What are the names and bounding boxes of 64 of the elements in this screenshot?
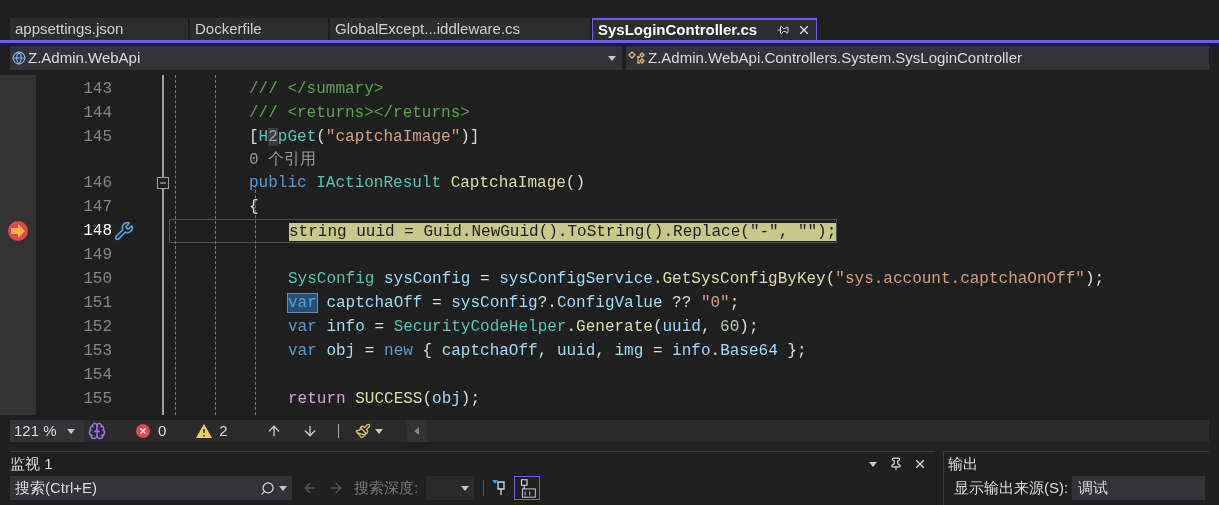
line-number: 152	[83, 318, 112, 336]
keyword-selection: var	[288, 342, 317, 360]
caret-icon	[461, 485, 470, 491]
code-line: var captchaOff = sysConfig?.ConfigValue ?? "0";	[288, 294, 740, 312]
pin-text-icon[interactable]	[514, 476, 541, 500]
keyword-selection: var	[288, 318, 317, 336]
error-count: 0	[158, 420, 167, 441]
document-tab[interactable]: SysLoginController.cs	[592, 18, 817, 40]
document-tab[interactable]: Dockerfile	[190, 18, 328, 40]
line-number: 151	[83, 294, 112, 312]
line-number: 145	[83, 128, 112, 146]
line-number: 155	[83, 390, 112, 408]
zoom-dropdown[interactable]: 121 %	[10, 420, 84, 442]
warning-count: 2	[219, 420, 228, 441]
code-line: /// <returns></returns>	[249, 104, 470, 122]
warning-icon[interactable]	[196, 424, 213, 438]
class-icon	[628, 51, 646, 65]
brain-icon[interactable]	[88, 422, 106, 440]
caret-icon	[279, 485, 287, 491]
line-number: 148	[83, 222, 112, 240]
caret-icon	[608, 55, 616, 61]
document-tab[interactable]: appsettings.json	[10, 18, 188, 40]
code-line: var info = SecurityCodeHelper.Generate(uuid, 60);	[288, 318, 759, 336]
pin-icon[interactable]	[889, 457, 903, 471]
search-icon[interactable]	[260, 480, 275, 496]
collapse-icon[interactable]	[157, 177, 169, 189]
caret-icon	[66, 428, 75, 434]
line-number: 153	[83, 342, 112, 360]
output-source-dropdown[interactable]: 调试	[1072, 476, 1205, 500]
code-line: [H2pGet("captchaImage")]	[249, 128, 480, 146]
code-line: var obj = new { captchaOff, uuid, img = info.Base64 };	[288, 342, 807, 360]
keyword-selection: new	[384, 342, 413, 360]
line-number: 143	[83, 80, 112, 98]
line-number: 147	[83, 198, 112, 216]
wrench-icon[interactable]	[114, 221, 134, 241]
code-line: SysConfig sysConfig = sysConfigService.GetSysConfigByKey("sys.account.captchaOnOff");	[288, 270, 1105, 288]
reference-count-link[interactable]: 0 个引用	[249, 151, 317, 169]
close-icon[interactable]	[797, 23, 811, 37]
keyword-selection: var	[288, 294, 317, 312]
pin-icon[interactable]	[777, 24, 789, 36]
line-number: 144	[83, 104, 112, 122]
output-source-label: 显示输出来源(S):	[954, 477, 1069, 498]
scroll-left-icon[interactable]	[414, 427, 420, 435]
line-number: 150	[83, 270, 112, 288]
code-line: public IActionResult CaptchaImage()	[249, 174, 586, 192]
project-dropdown[interactable]: Z.Admin.WebApi	[10, 46, 622, 70]
document-tab[interactable]: GlobalExcept...iddleware.cs	[330, 18, 590, 40]
code-line: return SUCCESS(obj);	[288, 390, 481, 408]
globe-icon	[12, 51, 26, 65]
close-icon[interactable]	[913, 457, 927, 471]
line-number: 149	[83, 246, 112, 264]
line-number: 154	[83, 366, 112, 384]
code-line: {	[249, 198, 259, 216]
panel-title: 监视 1	[10, 453, 53, 474]
reference-count-badge[interactable]: 2	[268, 128, 278, 146]
caret-icon	[869, 461, 877, 467]
brush-icon[interactable]	[354, 423, 371, 439]
panel-title: 输出	[948, 453, 978, 474]
code-line: /// </summary>	[249, 80, 384, 98]
line-number: 146	[83, 174, 112, 192]
member-dropdown[interactable]: Z.Admin.WebApi.Controllers.System.SysLoginController	[626, 46, 1209, 70]
error-icon[interactable]	[136, 424, 150, 438]
search-depth-label: 搜索深度:	[354, 477, 419, 498]
caret-icon	[374, 428, 383, 434]
